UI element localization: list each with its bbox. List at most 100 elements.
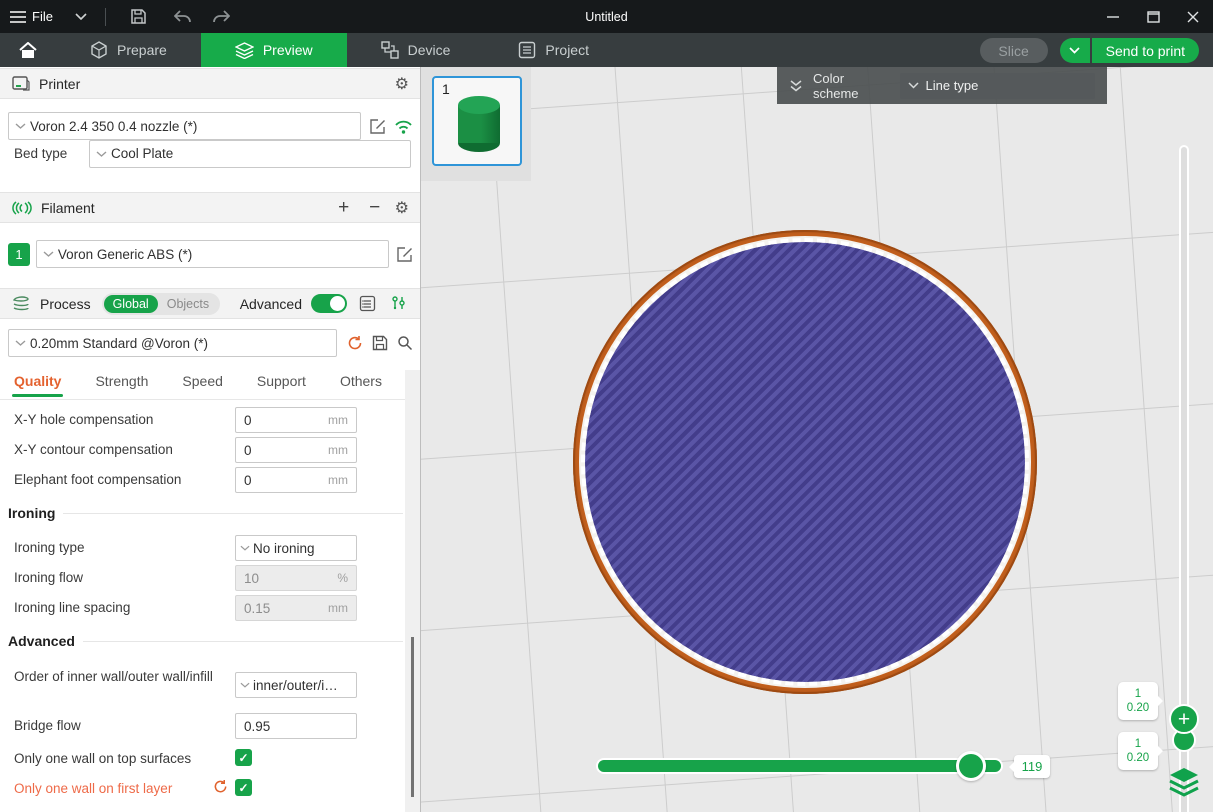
tab-quality[interactable]: Quality	[14, 370, 61, 397]
collapse-double-chevron-icon[interactable]	[789, 80, 803, 92]
section-title: Ironing	[8, 505, 55, 521]
layers-view-icon[interactable]	[1168, 767, 1200, 797]
one-wall-top-checkbox[interactable]	[235, 749, 252, 766]
reset-value-icon[interactable]	[213, 779, 228, 794]
setting-unit: mm	[328, 443, 348, 457]
tab-device-label: Device	[408, 42, 451, 58]
setting-label: X-Y contour compensation	[14, 442, 173, 457]
file-menu-chevron-icon[interactable]	[75, 13, 87, 20]
printer-settings-gear-icon[interactable]	[395, 74, 409, 94]
process-layers-icon	[12, 296, 31, 312]
setting-value: 0	[244, 443, 252, 458]
filament-spool-icon	[12, 200, 32, 216]
setting-unit: mm	[328, 413, 348, 427]
process-scope-toggle[interactable]: Global Objects	[102, 293, 221, 315]
setting-unit: mm	[328, 473, 348, 487]
layer-slider-tooltip-bottom: 1 0.20	[1118, 732, 1158, 770]
section-title: Advanced	[8, 633, 75, 649]
printer-panel-title: Printer	[39, 76, 80, 92]
wall-order-dropdown[interactable]: inner/outer/i…	[235, 672, 357, 698]
home-button[interactable]	[0, 33, 56, 67]
move-slider-track[interactable]	[598, 760, 1001, 772]
plate-thumbnail[interactable]: 1	[432, 76, 522, 166]
bed-type-value: Cool Plate	[111, 146, 173, 161]
add-filament-button[interactable]: +	[333, 197, 355, 219]
chevron-down-icon	[96, 151, 107, 157]
tab-others[interactable]: Others	[340, 370, 382, 397]
setting-label: Ironing flow	[14, 570, 83, 585]
send-options-button[interactable]	[1060, 38, 1090, 63]
setting-label: Ironing type	[14, 540, 85, 555]
redo-button[interactable]	[206, 5, 236, 29]
process-preset-value: 0.20mm Standard @Voron (*)	[30, 336, 208, 351]
tune-icon[interactable]	[387, 293, 409, 315]
one-wall-first-layer-checkbox[interactable]	[235, 779, 252, 796]
filament-preset-dropdown[interactable]: Voron Generic ABS (*)	[36, 240, 389, 268]
move-slider-handle[interactable]	[956, 751, 986, 781]
setting-unit: %	[337, 571, 348, 585]
chevron-down-icon	[15, 123, 26, 129]
tab-support[interactable]: Support	[257, 370, 306, 397]
send-to-print-button[interactable]: Send to print	[1092, 38, 1199, 63]
chevron-down-icon	[240, 545, 250, 551]
chevron-down-icon	[908, 82, 919, 89]
file-menu[interactable]: File	[10, 9, 53, 24]
close-button[interactable]	[1173, 0, 1213, 33]
remove-filament-button[interactable]: −	[364, 197, 386, 219]
tab-prepare[interactable]: Prepare	[56, 33, 201, 67]
search-icon[interactable]	[397, 335, 413, 351]
tab-speed[interactable]: Speed	[182, 370, 222, 397]
titlebar-divider	[105, 8, 106, 26]
setting-label: Bridge flow	[14, 718, 81, 733]
minimize-button[interactable]	[1093, 0, 1133, 33]
line-type-dropdown[interactable]: Line type	[900, 73, 1095, 99]
tab-device[interactable]: Device	[347, 33, 485, 67]
infill-hatching	[581, 238, 1029, 686]
tab-project[interactable]: Project	[484, 33, 623, 67]
ironing-section-header: Ironing	[8, 505, 403, 521]
ironing-type-dropdown[interactable]: No ironing	[235, 535, 357, 561]
scope-global-option[interactable]: Global	[104, 295, 158, 313]
chevron-down-icon	[15, 340, 26, 346]
process-preset-dropdown[interactable]: 0.20mm Standard @Voron (*)	[8, 329, 337, 357]
preview-3d-viewport[interactable]: 1 Color scheme Line type 119 1 0.20	[421, 67, 1213, 812]
printer-panel-header: Printer	[0, 68, 421, 99]
sidebar-scrollbar-thumb[interactable]	[411, 637, 414, 797]
reset-preset-icon[interactable]	[347, 335, 363, 351]
elephant-foot-compensation-input[interactable]: 0 mm	[235, 467, 357, 493]
save-button[interactable]	[124, 5, 154, 29]
scope-objects-option[interactable]: Objects	[158, 295, 218, 313]
layer-slider-upper-handle-plus-icon[interactable]: +	[1169, 704, 1199, 734]
filament-slot-badge[interactable]: 1	[8, 243, 30, 266]
setting-label: Order of inner wall/outer wall/infill	[14, 667, 214, 687]
setting-label: Ironing line spacing	[14, 600, 130, 615]
tab-preview[interactable]: Preview	[201, 33, 347, 67]
advanced-toggle-label: Advanced	[240, 296, 302, 312]
advanced-toggle[interactable]	[311, 294, 347, 313]
xy-contour-compensation-input[interactable]: 0 mm	[235, 437, 357, 463]
bed-type-dropdown[interactable]: Cool Plate	[89, 140, 411, 168]
settings-sidebar: Printer Voron 2.4 350 0.4 nozzle (*) Bed…	[0, 67, 421, 812]
wifi-connection-icon[interactable]	[394, 119, 413, 134]
setting-value: 0.15	[244, 601, 270, 616]
printer-preset-value: Voron 2.4 350 0.4 nozzle (*)	[30, 119, 197, 134]
color-scheme-bar: Color scheme Line type	[777, 67, 1107, 104]
parameter-list-icon[interactable]	[356, 293, 378, 315]
filament-settings-gear-icon[interactable]	[395, 198, 409, 218]
tab-strength[interactable]: Strength	[95, 370, 148, 397]
bridge-flow-input[interactable]: 0.95	[235, 713, 357, 739]
printer-preset-dropdown[interactable]: Voron 2.4 350 0.4 nozzle (*)	[8, 112, 361, 140]
save-preset-icon[interactable]	[372, 335, 388, 351]
layer-height: 0.20	[1127, 701, 1149, 715]
filament-panel-title: Filament	[41, 200, 95, 216]
setting-label: X-Y hole compensation	[14, 412, 153, 427]
edit-filament-icon[interactable]	[396, 246, 413, 263]
edit-printer-icon[interactable]	[369, 118, 386, 135]
xy-hole-compensation-input[interactable]: 0 mm	[235, 407, 357, 433]
maximize-button[interactable]	[1133, 0, 1173, 33]
setting-label: Elephant foot compensation	[14, 472, 181, 487]
undo-button[interactable]	[168, 5, 198, 29]
tab-preview-label: Preview	[263, 42, 313, 58]
slice-button[interactable]: Slice	[980, 38, 1048, 63]
process-panel-header: Process Global Objects Advanced	[0, 288, 421, 319]
